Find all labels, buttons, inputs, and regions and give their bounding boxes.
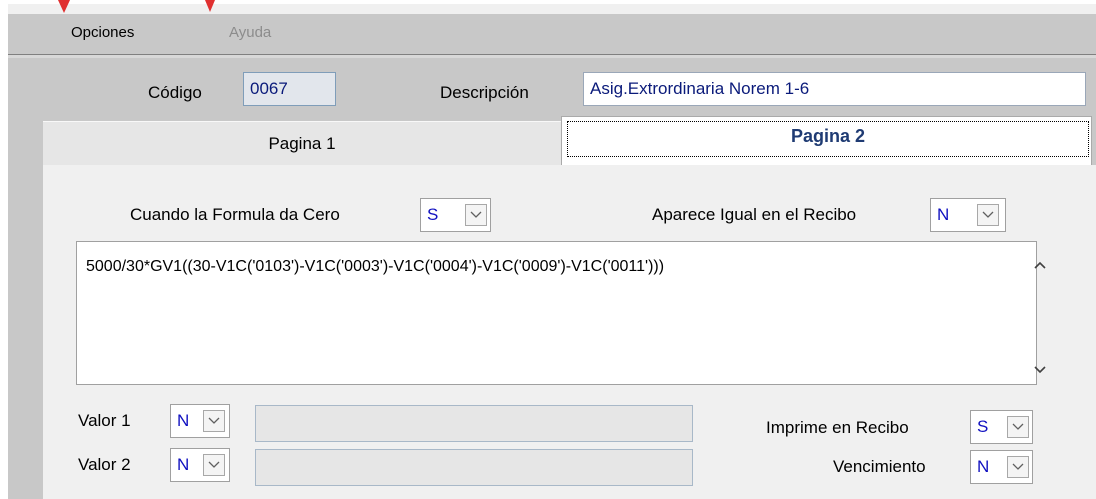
cuando-cero-value: S xyxy=(427,205,439,224)
cuando-cero-select[interactable]: S xyxy=(420,198,491,232)
chevron-down-icon[interactable] xyxy=(203,454,225,476)
chevron-up-icon[interactable] xyxy=(1030,255,1050,275)
valor-2-value: N xyxy=(177,455,190,474)
chevron-down-icon[interactable] xyxy=(1007,416,1029,438)
aparece-igual-select[interactable]: N xyxy=(930,198,1006,232)
valor-2-field xyxy=(255,449,693,486)
imprime-select[interactable]: S xyxy=(970,410,1033,444)
vencimiento-value: N xyxy=(977,457,990,476)
valor-1-value: N xyxy=(177,411,190,430)
valor-1-field xyxy=(255,405,693,442)
menu-opciones[interactable]: Opciones xyxy=(71,24,134,41)
chevron-down-icon[interactable] xyxy=(1007,456,1029,478)
aparece-igual-label: Aparece Igual en el Recibo xyxy=(652,205,857,224)
valor-2-select[interactable]: N xyxy=(170,448,230,482)
formula-text: 5000/30*GV1((30-V1C('0103')-V1C('0003')-… xyxy=(86,258,665,275)
descripcion-label: Descripción xyxy=(440,83,529,102)
vencimiento-select[interactable]: N xyxy=(970,450,1033,484)
codigo-field[interactable]: 0067 xyxy=(243,72,336,106)
codigo-label: Código xyxy=(148,83,202,102)
tab-pagina-1[interactable]: Pagina 1 xyxy=(43,121,561,165)
valor-1-select[interactable]: N xyxy=(170,404,230,438)
chevron-down-icon[interactable] xyxy=(1030,360,1050,380)
tab-pagina-2-label[interactable]: Pagina 2 xyxy=(567,121,1089,157)
chevron-down-icon[interactable] xyxy=(977,204,999,226)
descripcion-field[interactable]: Asig.Extrordinaria Norem 1-6 xyxy=(583,72,1086,106)
imprime-label: Imprime en Recibo xyxy=(766,418,909,437)
aparece-igual-value: N xyxy=(937,205,950,224)
chevron-down-icon[interactable] xyxy=(465,204,487,226)
top-border xyxy=(0,0,1096,4)
valor-1-label: Valor 1 xyxy=(78,411,131,430)
menu-ayuda[interactable]: Ayuda xyxy=(229,24,271,41)
chevron-down-icon[interactable] xyxy=(203,410,225,432)
vencimiento-label: Vencimiento xyxy=(833,457,926,476)
imprime-value: S xyxy=(977,417,989,436)
cuando-cero-label: Cuando la Formula da Cero xyxy=(130,205,340,224)
menu-bar xyxy=(8,14,1096,54)
valor-2-label: Valor 2 xyxy=(78,455,131,474)
